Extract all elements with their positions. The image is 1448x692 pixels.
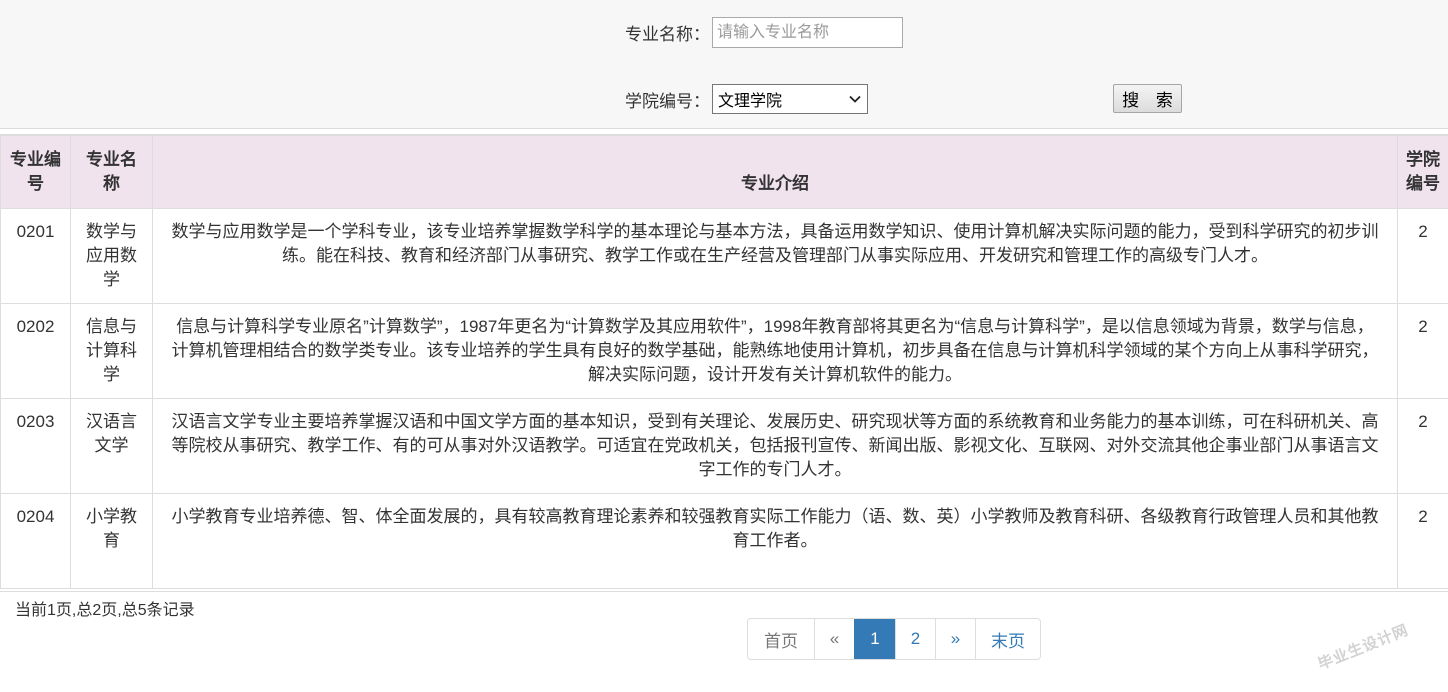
previous-page-link[interactable]: « [814,619,854,659]
name-search-row: 专业名称： [625,17,903,48]
page-info-text: 当前1页,总2页,总5条记录 [15,602,195,619]
last-page-link[interactable]: 末页 [975,619,1040,659]
search-panel: 专业名称： 学院编号： 文理学院 搜 索 [0,0,1448,129]
search-button[interactable]: 搜 索 [1113,84,1182,113]
college-search-row: 学院编号： 文理学院 [625,84,868,114]
next-page-link[interactable]: » [935,619,975,659]
cell-major-code: 0201 [0,208,71,304]
chevron-down-icon [849,95,861,103]
cell-major-code: 0202 [0,303,71,399]
cell-college-code: 2 [1397,493,1448,589]
page-2-link[interactable]: 2 [895,619,935,659]
college-select-value: 文理学院 [718,93,783,110]
table-row: 0202 信息与计算科学 信息与计算科学专业原名”计算数学”，1987年更名为“… [0,303,1448,399]
cell-major-name: 数学与应用数学 [70,208,153,304]
watermark-logo: 毕业生设计网 [1315,621,1412,674]
cell-college-code: 2 [1397,208,1448,304]
table-row: 0201 数学与应用数学 数学与应用数学是一个学科专业，该专业培养掌握数学科学的… [0,208,1448,304]
cell-major-intro: 信息与计算科学专业原名”计算数学”，1987年更名为“计算数学及其应用软件”，1… [152,303,1398,399]
pagination: 首页 « 1 2 » 末页 [747,618,1041,660]
header-college-code: 学院编号 [1397,134,1448,209]
cell-major-intro: 汉语言文学专业主要培养掌握汉语和中国文学方面的基本知识，受到有关理论、发展历史、… [152,398,1398,494]
header-major-name: 专业名称 [70,134,153,209]
cell-major-name: 信息与计算科学 [70,303,153,399]
table-row: 0204 小学教育 小学教育专业培养德、智、体全面发展的，具有较高教育理论素养和… [0,493,1448,589]
cell-major-code: 0204 [0,493,71,589]
cell-major-intro: 数学与应用数学是一个学科专业，该专业培养掌握数学科学的基本理论与基本方法，具备运… [152,208,1398,304]
college-select[interactable]: 文理学院 [712,84,868,114]
cell-major-intro: 小学教育专业培养德、智、体全面发展的，具有较高教育理论素养和较强教育实际工作能力… [152,493,1398,589]
cell-college-code: 2 [1397,398,1448,494]
majors-table: 专业编号 专业名称 专业介绍 学院编号 0201 数学与应用数学 数学与应用数学… [0,134,1448,589]
table-row: 0203 汉语言文学 汉语言文学专业主要培养掌握汉语和中国文学方面的基本知识，受… [0,398,1448,494]
major-name-input[interactable] [712,17,903,48]
page-1-link[interactable]: 1 [854,619,895,659]
header-major-code: 专业编号 [0,134,71,209]
footer-divider [0,591,1448,592]
first-page-link[interactable]: 首页 [748,619,814,659]
table-header-row: 专业编号 专业名称 专业介绍 学院编号 [0,134,1448,209]
header-major-intro: 专业介绍 [152,134,1398,209]
cell-major-name: 汉语言文学 [70,398,153,494]
cell-college-code: 2 [1397,303,1448,399]
cell-major-code: 0203 [0,398,71,494]
major-name-label: 专业名称： [625,25,710,44]
cell-major-name: 小学教育 [70,493,153,589]
college-code-label: 学院编号： [625,91,710,111]
